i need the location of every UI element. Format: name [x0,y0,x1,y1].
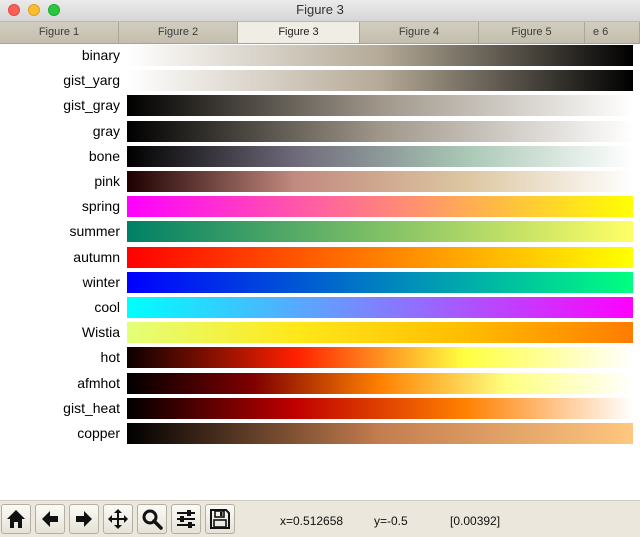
sliders-icon [177,510,195,528]
colormap-label-pink: pink [94,173,120,189]
arrow-right-icon [76,511,92,527]
home-icon [7,510,25,528]
colormap-label-binary: binary [81,47,120,63]
colormap-bar-hot [127,347,633,368]
move-icon [108,509,128,529]
cursor-x-readout: x=0.512658 [280,514,344,528]
colormap-label-cool: cool [94,299,120,315]
colormap-bar-spring [127,196,633,217]
colormap-bar-gist-gray [127,95,633,116]
colormap-label-bone: bone [88,148,120,164]
tab-figure-1[interactable]: Figure 1 [0,22,119,43]
colormap-label-wistia: Wistia [81,324,120,340]
colormap-label-spring: spring [81,198,120,214]
subplots-button[interactable] [171,504,201,534]
colormap-bar-autumn [127,247,633,268]
colormap-bar-pink [127,171,633,192]
tab-figure-5[interactable]: Figure 5 [479,22,585,43]
floppy-icon [210,509,230,529]
cursor-value-readout: [0.00392] [450,514,501,528]
colormap-bar-afmhot [127,373,633,394]
colormap-label-copper: copper [77,425,120,441]
colormap-bar-bone [127,146,633,167]
window-title: Figure 3 [296,2,344,17]
save-button[interactable] [205,504,235,534]
colormap-bar-summer [127,221,633,242]
forward-button[interactable] [69,504,99,534]
colormap-bar-cool [127,297,633,318]
colormap-label-afmhot: afmhot [77,375,120,391]
colormap-label-autumn: autumn [73,249,120,265]
navigation-toolbar: x=0.512658 y=-0.5 [0.00392] [0,500,640,537]
zoom-button[interactable] [137,504,167,534]
colormap-bar-gist-heat [127,398,633,419]
colormap-label-hot: hot [100,349,120,365]
tab-figure-3[interactable]: Figure 3 [238,22,360,43]
colormap-label-gist-yarg: gist_yarg [63,72,120,88]
colormap-bar-copper [127,423,633,444]
colormap-bar-gist-yarg [127,70,633,91]
title-bar: Figure 3 [0,0,640,22]
tab-figure-6[interactable]: e 6 [585,22,640,43]
magnifier-icon [142,509,163,530]
colormap-bar-binary [127,45,633,66]
colormap-label-winter: winter [82,274,120,290]
colormap-label-gist-gray: gist_gray [63,97,120,113]
colormap-bar-gray [127,121,633,142]
tab-figure-2[interactable]: Figure 2 [119,22,238,43]
pan-button[interactable] [103,504,133,534]
back-button[interactable] [35,504,65,534]
colormap-label-gist-heat: gist_heat [63,400,120,416]
colormap-figure: binary gist_yarg gist_graygray bone pink spri… [0,44,640,500]
colormap-label-summer: summer [69,223,120,239]
colormap-bar-wistia [127,322,633,343]
home-button[interactable] [1,504,31,534]
tab-figure-4[interactable]: Figure 4 [360,22,479,43]
arrow-left-icon [42,511,58,527]
cursor-y-readout: y=-0.5 [374,514,408,528]
colormap-bar-winter [127,272,633,293]
tab-bar: Figure 1 Figure 2 Figure 3 Figure 4 Figu… [0,22,640,44]
colormap-label-gray: gray [92,123,120,139]
